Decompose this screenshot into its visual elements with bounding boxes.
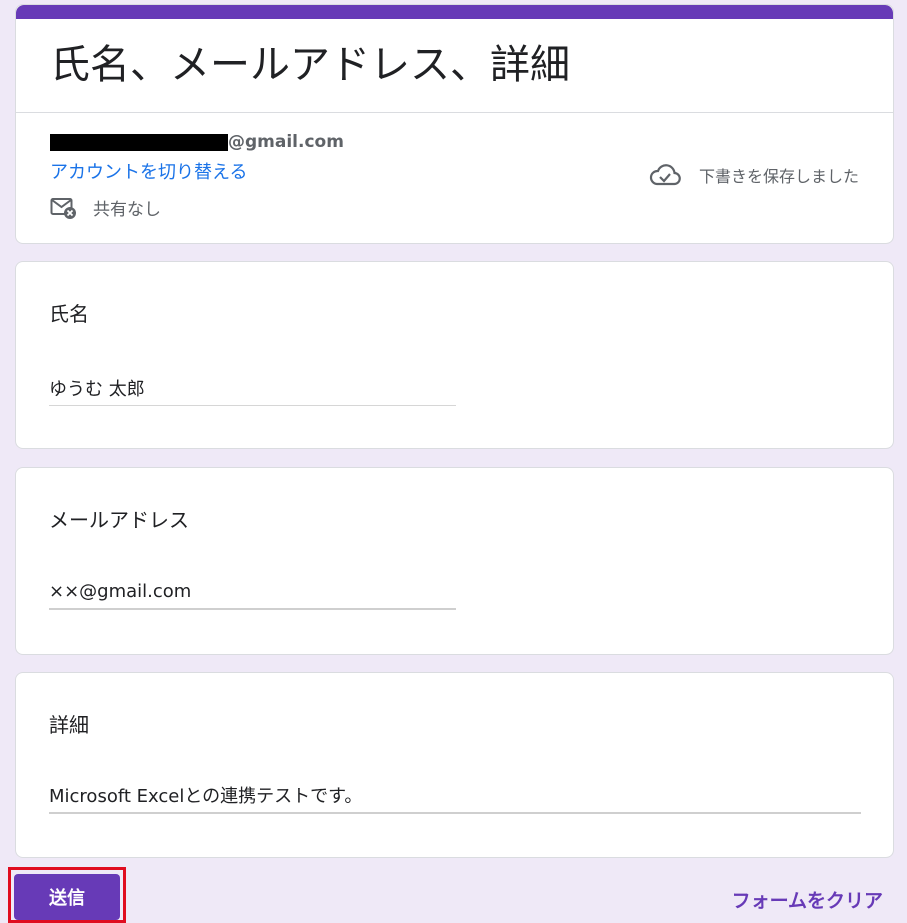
- switch-account-link[interactable]: アカウントを切り替える: [50, 158, 247, 184]
- clear-form-button[interactable]: フォームをクリア: [732, 886, 883, 913]
- sharing-label: 共有なし: [93, 200, 161, 220]
- redacted-email-block: [50, 133, 228, 151]
- form-header-card: 氏名、メールアドレス、詳細 @gmail.com アカウントを切り替える 共有な…: [15, 4, 894, 244]
- form-title: 氏名、メールアドレス、詳細: [50, 42, 570, 88]
- account-email-domain: @gmail.com: [228, 132, 344, 152]
- submit-button[interactable]: 送信: [14, 874, 120, 920]
- question-label: 詳細: [49, 713, 89, 737]
- draft-saved-label: 下書きを保存しました: [698, 167, 859, 186]
- cloud-check-icon: [649, 164, 681, 186]
- question-label: メールアドレス: [49, 508, 189, 532]
- divider: [16, 112, 893, 113]
- question-card-details: 詳細: [15, 672, 894, 858]
- details-field[interactable]: [49, 778, 861, 814]
- account-row: @gmail.com: [50, 132, 344, 152]
- email-field[interactable]: [49, 574, 456, 610]
- accent-bar: [16, 5, 893, 19]
- draft-saved-status: 下書きを保存しました: [649, 163, 859, 187]
- question-card-email: メールアドレス: [15, 467, 894, 655]
- name-field[interactable]: [49, 371, 456, 406]
- question-label: 氏名: [49, 302, 89, 326]
- mail-not-shared-icon: [50, 197, 76, 219]
- sharing-status: 共有なし: [50, 195, 161, 220]
- question-card-name: 氏名: [15, 261, 894, 449]
